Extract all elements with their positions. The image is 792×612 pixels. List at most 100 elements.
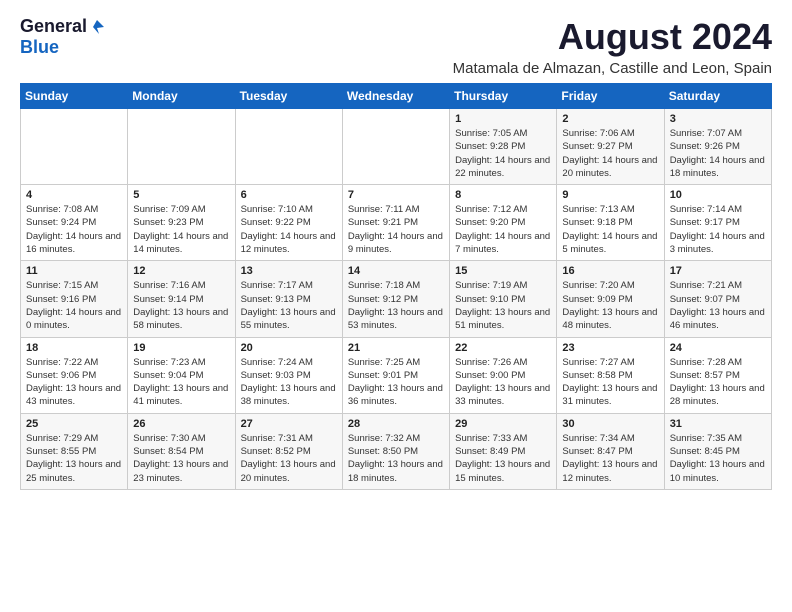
day-cell: 20 Sunrise: 7:24 AMSunset: 9:03 PMDayligh… <box>235 337 342 413</box>
logo-blue: Blue <box>20 37 59 57</box>
day-cell: 10 Sunrise: 7:14 AMSunset: 9:17 PMDayligh… <box>664 185 771 261</box>
week-row-4: 25Sunrise: 7:29 AMSunset: 8:55 PMDayligh… <box>21 413 772 489</box>
day-number: 31 <box>670 418 766 430</box>
day-cell: 2 Sunrise: 7:06 AMSunset: 9:27 PMDaylight… <box>557 109 664 185</box>
day-cell: 17 Sunrise: 7:21 AMSunset: 9:07 PMDayligh… <box>664 261 771 337</box>
page-subtitle: Matamala de Almazan, Castille and Leon, … <box>453 60 772 77</box>
day-info: Sunrise: 7:24 AMSunset: 9:03 PMDaylight:… <box>241 356 337 409</box>
day-number: 20 <box>241 342 337 354</box>
day-cell: 12 Sunrise: 7:16 AMSunset: 9:14 PMDayligh… <box>128 261 235 337</box>
day-cell: 1Sunrise: 7:05 AMSunset: 9:28 PMDaylight… <box>450 109 557 185</box>
day-cell: 7 Sunrise: 7:11 AMSunset: 9:21 PMDaylight… <box>342 185 449 261</box>
day-info: Sunrise: 7:09 AMSunset: 9:23 PMDaylight:… <box>133 203 229 256</box>
day-number: 28 <box>348 418 444 430</box>
day-info: Sunrise: 7:27 AMSunset: 8:58 PMDaylight:… <box>562 356 658 409</box>
day-info: Sunrise: 7:29 AMSunset: 8:55 PMDaylight:… <box>26 432 122 485</box>
day-cell: 14 Sunrise: 7:18 AMSunset: 9:12 PMDayligh… <box>342 261 449 337</box>
day-info: Sunrise: 7:06 AMSunset: 9:27 PMDaylight:… <box>562 127 658 180</box>
day-info: Sunrise: 7:11 AMSunset: 9:21 PMDaylight:… <box>348 203 444 256</box>
days-of-week-row: SundayMondayTuesdayWednesdayThursdayFrid… <box>21 84 772 109</box>
day-info: Sunrise: 7:35 AMSunset: 8:45 PMDaylight:… <box>670 432 766 485</box>
calendar-table: SundayMondayTuesdayWednesdayThursdayFrid… <box>20 83 772 490</box>
day-number: 15 <box>455 265 551 277</box>
header-sunday: Sunday <box>21 84 128 109</box>
day-info: Sunrise: 7:33 AMSunset: 8:49 PMDaylight:… <box>455 432 551 485</box>
day-cell <box>21 109 128 185</box>
day-number: 3 <box>670 113 766 125</box>
day-number: 7 <box>348 189 444 201</box>
day-cell: 11 Sunrise: 7:15 AMSunset: 9:16 PMDayligh… <box>21 261 128 337</box>
header-monday: Monday <box>128 84 235 109</box>
day-cell: 26Sunrise: 7:30 AMSunset: 8:54 PMDayligh… <box>128 413 235 489</box>
day-info: Sunrise: 7:20 AMSunset: 9:09 PMDaylight:… <box>562 279 658 332</box>
day-number: 27 <box>241 418 337 430</box>
day-info: Sunrise: 7:18 AMSunset: 9:12 PMDaylight:… <box>348 279 444 332</box>
day-cell: 29 Sunrise: 7:33 AMSunset: 8:49 PMDayligh… <box>450 413 557 489</box>
page-title: August 2024 <box>453 16 772 58</box>
day-info: Sunrise: 7:23 AMSunset: 9:04 PMDaylight:… <box>133 356 229 409</box>
header-friday: Friday <box>557 84 664 109</box>
day-number: 19 <box>133 342 229 354</box>
day-number: 8 <box>455 189 551 201</box>
day-number: 12 <box>133 265 229 277</box>
day-info: Sunrise: 7:08 AMSunset: 9:24 PMDaylight:… <box>26 203 122 256</box>
day-cell: 31 Sunrise: 7:35 AMSunset: 8:45 PMDayligh… <box>664 413 771 489</box>
day-number: 29 <box>455 418 551 430</box>
day-number: 14 <box>348 265 444 277</box>
day-cell: 15 Sunrise: 7:19 AMSunset: 9:10 PMDayligh… <box>450 261 557 337</box>
day-number: 13 <box>241 265 337 277</box>
day-info: Sunrise: 7:19 AMSunset: 9:10 PMDaylight:… <box>455 279 551 332</box>
day-cell: 6 Sunrise: 7:10 AMSunset: 9:22 PMDaylight… <box>235 185 342 261</box>
day-cell: 27 Sunrise: 7:31 AMSunset: 8:52 PMDayligh… <box>235 413 342 489</box>
day-number: 10 <box>670 189 766 201</box>
day-number: 21 <box>348 342 444 354</box>
header-tuesday: Tuesday <box>235 84 342 109</box>
week-row-3: 18Sunrise: 7:22 AMSunset: 9:06 PMDayligh… <box>21 337 772 413</box>
day-cell: 19 Sunrise: 7:23 AMSunset: 9:04 PMDayligh… <box>128 337 235 413</box>
day-cell: 21Sunrise: 7:25 AMSunset: 9:01 PMDayligh… <box>342 337 449 413</box>
week-row-0: 1Sunrise: 7:05 AMSunset: 9:28 PMDaylight… <box>21 109 772 185</box>
title-area: August 2024 Matamala de Almazan, Castill… <box>453 16 772 77</box>
day-info: Sunrise: 7:30 AMSunset: 8:54 PMDaylight:… <box>133 432 229 485</box>
header-wednesday: Wednesday <box>342 84 449 109</box>
day-number: 22 <box>455 342 551 354</box>
day-info: Sunrise: 7:12 AMSunset: 9:20 PMDaylight:… <box>455 203 551 256</box>
day-info: Sunrise: 7:13 AMSunset: 9:18 PMDaylight:… <box>562 203 658 256</box>
day-cell: 28 Sunrise: 7:32 AMSunset: 8:50 PMDayligh… <box>342 413 449 489</box>
header-thursday: Thursday <box>450 84 557 109</box>
day-info: Sunrise: 7:21 AMSunset: 9:07 PMDaylight:… <box>670 279 766 332</box>
day-cell: 3Sunrise: 7:07 AMSunset: 9:26 PMDaylight… <box>664 109 771 185</box>
day-number: 11 <box>26 265 122 277</box>
header: General Blue August 2024 Matamala de Alm… <box>20 16 772 77</box>
day-cell: 18Sunrise: 7:22 AMSunset: 9:06 PMDayligh… <box>21 337 128 413</box>
day-number: 24 <box>670 342 766 354</box>
day-cell: 24Sunrise: 7:28 AMSunset: 8:57 PMDayligh… <box>664 337 771 413</box>
day-number: 6 <box>241 189 337 201</box>
week-row-2: 11 Sunrise: 7:15 AMSunset: 9:16 PMDayligh… <box>21 261 772 337</box>
day-info: Sunrise: 7:31 AMSunset: 8:52 PMDaylight:… <box>241 432 337 485</box>
header-saturday: Saturday <box>664 84 771 109</box>
logo: General Blue <box>20 16 107 58</box>
day-number: 4 <box>26 189 122 201</box>
day-cell <box>342 109 449 185</box>
day-cell <box>235 109 342 185</box>
day-info: Sunrise: 7:15 AMSunset: 9:16 PMDaylight:… <box>26 279 122 332</box>
day-cell: 23 Sunrise: 7:27 AMSunset: 8:58 PMDayligh… <box>557 337 664 413</box>
day-cell <box>128 109 235 185</box>
day-number: 9 <box>562 189 658 201</box>
day-info: Sunrise: 7:32 AMSunset: 8:50 PMDaylight:… <box>348 432 444 485</box>
calendar-body: 1Sunrise: 7:05 AMSunset: 9:28 PMDaylight… <box>21 109 772 490</box>
day-number: 23 <box>562 342 658 354</box>
day-cell: 8 Sunrise: 7:12 AMSunset: 9:20 PMDaylight… <box>450 185 557 261</box>
day-number: 2 <box>562 113 658 125</box>
day-info: Sunrise: 7:14 AMSunset: 9:17 PMDaylight:… <box>670 203 766 256</box>
day-info: Sunrise: 7:10 AMSunset: 9:22 PMDaylight:… <box>241 203 337 256</box>
logo-bird-icon <box>88 18 106 36</box>
day-info: Sunrise: 7:16 AMSunset: 9:14 PMDaylight:… <box>133 279 229 332</box>
day-number: 17 <box>670 265 766 277</box>
day-cell: 25Sunrise: 7:29 AMSunset: 8:55 PMDayligh… <box>21 413 128 489</box>
day-cell: 16Sunrise: 7:20 AMSunset: 9:09 PMDayligh… <box>557 261 664 337</box>
calendar-header: SundayMondayTuesdayWednesdayThursdayFrid… <box>21 84 772 109</box>
day-info: Sunrise: 7:34 AMSunset: 8:47 PMDaylight:… <box>562 432 658 485</box>
day-cell: 30Sunrise: 7:34 AMSunset: 8:47 PMDayligh… <box>557 413 664 489</box>
